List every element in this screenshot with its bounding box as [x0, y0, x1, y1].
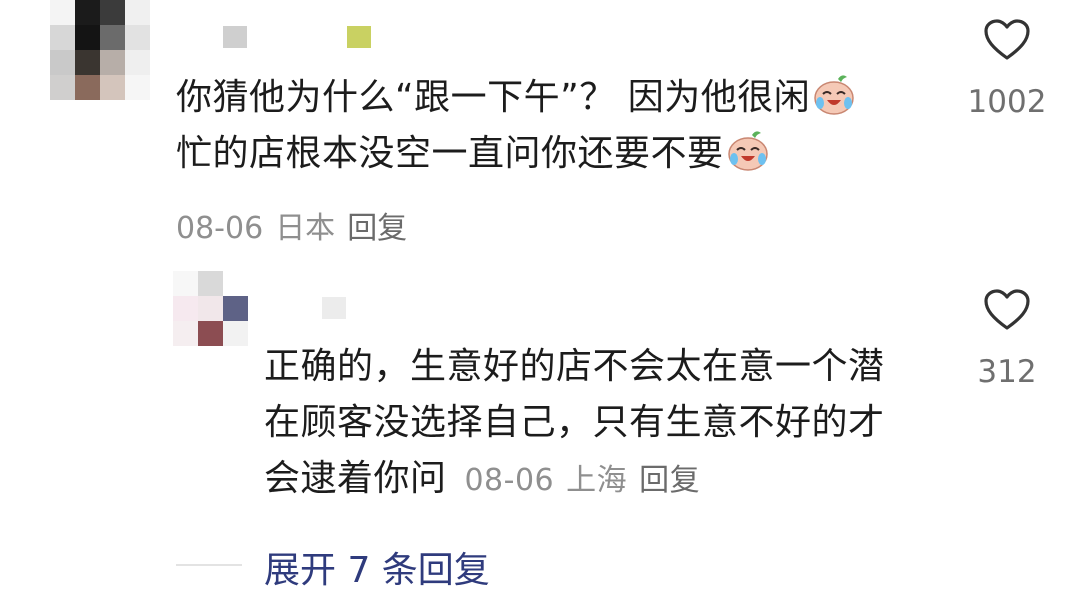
username[interactable]	[223, 26, 383, 48]
like-control[interactable]: 1002	[952, 18, 1062, 120]
comment-location: 上海	[566, 463, 628, 498]
crying-laughing-emoji-icon	[814, 75, 854, 115]
avatar[interactable]	[173, 271, 248, 346]
crying-laughing-emoji-icon	[727, 131, 768, 171]
expand-replies-button[interactable]: 展开 7 条回复	[264, 541, 490, 593]
comment-location: 日本	[275, 211, 336, 246]
comment-date: 08-06	[464, 463, 555, 498]
like-control[interactable]: 312	[952, 288, 1062, 390]
heart-icon[interactable]	[983, 18, 1031, 62]
comment-date: 08-06	[176, 211, 264, 246]
comment-line: 你猜他为什么“跟一下午”？ 因为他很闲	[176, 77, 811, 118]
comment-meta: 08-06 日本 回复	[176, 203, 419, 247]
username[interactable]	[322, 297, 346, 319]
comment-line: 正确的，生意好的店不会太在意一个潜	[264, 346, 885, 387]
reply-button[interactable]: 回复	[347, 211, 407, 246]
comment-text: 你猜他为什么“跟一下午”？ 因为他很闲 忙的店根本没空一直问你还要不要	[176, 70, 936, 182]
comment-line: 会逮着你问	[264, 458, 447, 499]
heart-icon[interactable]	[983, 288, 1031, 332]
comment-line: 在顾客没选择自己，只有生意不好的才	[264, 402, 885, 443]
comment-line: 忙的店根本没空一直问你还要不要	[176, 133, 724, 174]
reply-button[interactable]: 回复	[639, 463, 700, 498]
divider	[176, 564, 242, 566]
avatar[interactable]	[50, 0, 150, 100]
like-count: 312	[977, 354, 1037, 390]
comment-meta: 08-06 上海 回复	[464, 463, 712, 498]
like-count: 1002	[967, 84, 1047, 120]
comment-text: 正确的，生意好的店不会太在意一个潜 在顾客没选择自己，只有生意不好的才 会逮着你…	[264, 339, 944, 509]
